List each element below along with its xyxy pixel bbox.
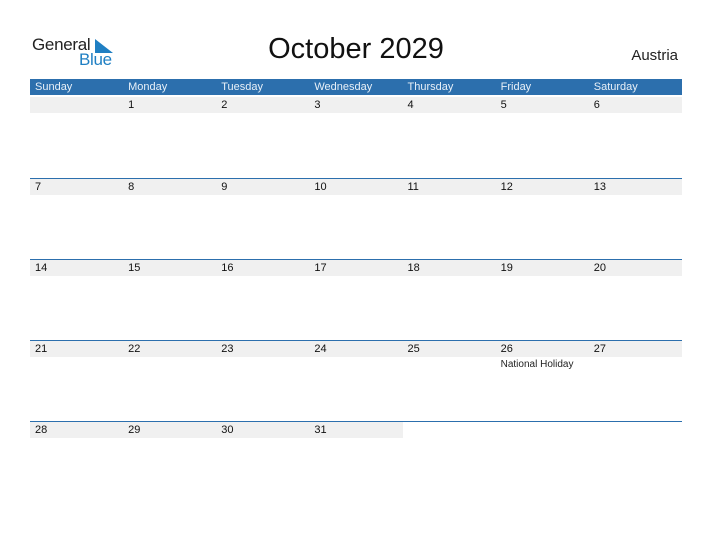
calendar: Sunday Monday Tuesday Wednesday Thursday… — [30, 79, 682, 502]
weekday-monday: Monday — [128, 81, 168, 93]
day-number: 3 — [314, 99, 321, 111]
day-cell[interactable]: 21 — [30, 341, 123, 357]
weekday-sunday: Sunday — [35, 81, 73, 93]
day-cell[interactable]: 11 — [403, 179, 496, 195]
date-row: 7 8 9 10 11 12 13 — [30, 179, 682, 195]
weekday-header: Sunday Monday Tuesday Wednesday Thursday… — [30, 79, 682, 95]
day-number: 8 — [128, 181, 135, 193]
day-number: 4 — [407, 99, 414, 111]
day-cell[interactable]: 12 — [496, 179, 589, 195]
day-cell[interactable]: 7 — [30, 179, 123, 195]
date-row: 1 2 3 4 5 6 — [30, 97, 682, 113]
holiday-label: National Holiday — [500, 359, 574, 370]
day-number: 19 — [500, 262, 513, 274]
day-cell[interactable]: 17 — [309, 260, 402, 276]
day-cell[interactable]: 25 — [403, 341, 496, 357]
day-cell[interactable]: 2 — [216, 97, 309, 113]
day-number: 31 — [314, 424, 327, 436]
day-number: 21 — [35, 343, 48, 355]
weekday-saturday: Saturday — [593, 81, 638, 93]
day-number: 12 — [500, 181, 513, 193]
day-cell[interactable] — [30, 97, 123, 113]
week-row: 14 15 16 17 18 19 20 — [30, 259, 682, 340]
page-title: October 2029 — [268, 33, 444, 65]
day-cell[interactable]: 23 — [216, 341, 309, 357]
day-number: 17 — [314, 262, 327, 274]
day-cell[interactable]: 5 — [496, 97, 589, 113]
country-label: Austria — [631, 47, 678, 64]
day-number: 18 — [407, 262, 420, 274]
week-row: 1 2 3 4 5 6 — [30, 97, 682, 178]
day-number: 22 — [128, 343, 141, 355]
day-number: 1 — [128, 99, 135, 111]
day-cell[interactable]: 16 — [216, 260, 309, 276]
day-cell[interactable]: 31 — [309, 422, 403, 438]
day-cell[interactable]: 8 — [123, 179, 216, 195]
day-cell[interactable]: 28 — [30, 422, 124, 438]
day-number: 15 — [128, 262, 141, 274]
day-cell[interactable]: 1 — [123, 97, 216, 113]
day-number: 5 — [500, 99, 507, 111]
day-number: 16 — [221, 262, 234, 274]
week-row: 21 22 23 24 25 26 National Holiday 27 — [30, 340, 682, 421]
day-number: 10 — [314, 181, 327, 193]
day-cell[interactable]: 4 — [403, 97, 496, 113]
day-cell[interactable]: 27 — [589, 341, 682, 357]
weekday-thursday: Thursday — [407, 81, 454, 93]
weekday-tuesday: Tuesday — [221, 81, 264, 93]
day-cell[interactable]: 10 — [309, 179, 402, 195]
week-row: 7 8 9 10 11 12 13 — [30, 178, 682, 259]
day-cell[interactable]: 6 — [589, 97, 682, 113]
day-number: 23 — [221, 343, 234, 355]
day-cell[interactable] — [403, 422, 496, 438]
day-number: 14 — [35, 262, 48, 274]
day-number: 30 — [221, 424, 234, 436]
day-number: 6 — [593, 99, 600, 111]
day-cell[interactable]: 15 — [123, 260, 216, 276]
day-number: 7 — [35, 181, 42, 193]
weekday-wednesday: Wednesday — [314, 81, 373, 93]
day-cell[interactable]: 26 National Holiday — [496, 341, 589, 370]
day-cell[interactable]: 24 — [309, 341, 402, 357]
day-number: 9 — [221, 181, 228, 193]
weekday-friday: Friday — [500, 81, 532, 93]
date-row: 28 29 30 31 — [30, 422, 682, 438]
week-row: 28 29 30 31 — [30, 421, 682, 502]
day-number: 24 — [314, 343, 327, 355]
day-cell[interactable] — [496, 422, 589, 438]
date-row: 14 15 16 17 18 19 20 — [30, 260, 682, 276]
day-cell[interactable]: 14 — [30, 260, 123, 276]
day-number: 28 — [35, 424, 48, 436]
day-number: 27 — [593, 343, 606, 355]
day-number: 29 — [128, 424, 141, 436]
day-cell[interactable]: 29 — [123, 422, 217, 438]
day-cell[interactable]: 22 — [123, 341, 216, 357]
date-row: 21 22 23 24 25 26 National Holiday 27 — [30, 341, 682, 370]
day-cell[interactable]: 20 — [589, 260, 682, 276]
weeks: 1 2 3 4 5 6 7 8 9 10 11 12 13 14 15 16 17 18 19 20 21 22 23 24 2… — [30, 97, 682, 502]
day-cell[interactable]: 30 — [216, 422, 310, 438]
day-cell[interactable]: 3 — [309, 97, 402, 113]
day-number: 2 — [221, 99, 228, 111]
day-cell[interactable]: 18 — [403, 260, 496, 276]
day-number: 26 — [500, 343, 513, 355]
day-cell[interactable]: 13 — [589, 179, 682, 195]
day-number: 11 — [407, 181, 419, 193]
day-cell[interactable]: 19 — [496, 260, 589, 276]
day-cell[interactable]: 9 — [216, 179, 309, 195]
day-number: 13 — [593, 181, 606, 193]
day-cell[interactable] — [589, 422, 682, 438]
day-number: 20 — [593, 262, 606, 274]
day-number: 25 — [407, 343, 420, 355]
